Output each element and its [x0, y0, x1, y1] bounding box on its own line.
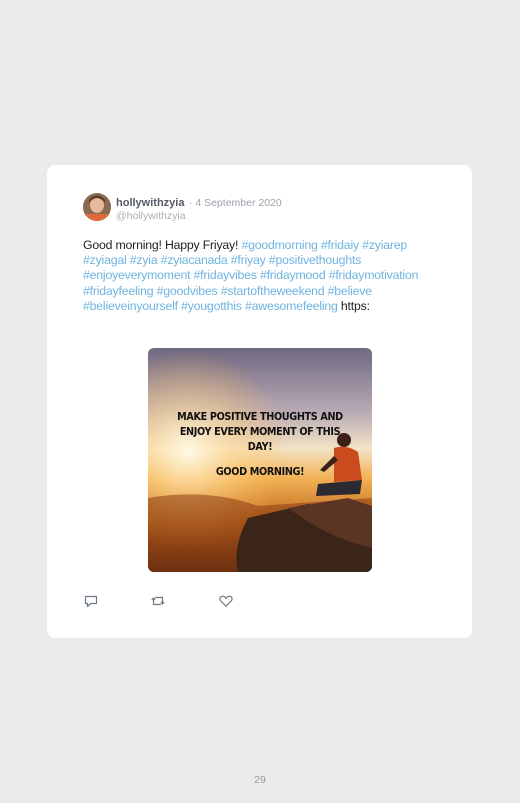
image-caption: MAKE POSITIVE THOUGHTS AND ENJOY EVERY M…: [148, 410, 372, 478]
retweet-icon[interactable]: [150, 593, 166, 609]
hashtag-link[interactable]: #friyay: [231, 253, 266, 267]
hashtag-link[interactable]: #fridaymotivation: [329, 268, 419, 282]
tweet-text-intro: Good morning! Happy Friyay!: [83, 238, 242, 252]
image-caption-line: ENJOY EVERY MOMENT OF THIS: [179, 426, 341, 438]
hashtag-link[interactable]: #fridaymood: [260, 268, 326, 282]
tweet-text-link[interactable]: https:: [338, 299, 370, 313]
tweet-card: hollywithzyia · 4 September 2020 @hollyw…: [47, 165, 472, 638]
hashtag-link[interactable]: #zyiagal: [83, 253, 127, 267]
display-name[interactable]: hollywithzyia: [116, 197, 184, 209]
hashtag-link[interactable]: #zyiarep: [362, 238, 407, 252]
hashtag-link[interactable]: #goodmorning: [241, 238, 317, 252]
comment-icon[interactable]: [83, 593, 99, 609]
user-handle[interactable]: @hollywithzyia: [116, 210, 282, 223]
avatar[interactable]: [83, 193, 111, 221]
tweet-date[interactable]: · 4 September 2020: [189, 197, 282, 209]
hashtag-link[interactable]: #startoftheweekend: [221, 284, 325, 298]
hashtag-link[interactable]: #yougotthis: [181, 299, 242, 313]
hashtag-link[interactable]: #positivethoughts: [269, 253, 362, 267]
hashtag-link[interactable]: #fridayfeeling: [83, 284, 154, 298]
image-caption-line: DAY!: [247, 441, 273, 453]
hashtag-link[interactable]: #enjoyeverymoment: [83, 268, 191, 282]
hashtag-link[interactable]: #zyiacanada: [161, 253, 228, 267]
hashtag-link[interactable]: #fridayvibes: [194, 268, 257, 282]
page-number: 29: [254, 774, 266, 786]
heart-icon[interactable]: [218, 593, 234, 609]
tweet-image[interactable]: MAKE POSITIVE THOUGHTS AND ENJOY EVERY M…: [148, 348, 372, 572]
image-caption-line: MAKE POSITIVE THOUGHTS AND: [177, 411, 343, 423]
tweet-text: Good morning! Happy Friyay! #goodmorning…: [83, 238, 453, 314]
image-caption-greeting: GOOD MORNING!: [215, 466, 305, 478]
hashtag-link[interactable]: #fridaiy: [321, 238, 359, 252]
hashtag-link[interactable]: #awesomefeeling: [245, 299, 338, 313]
hashtag-link[interactable]: #believe: [328, 284, 372, 298]
hashtag-link[interactable]: #goodvibes: [157, 284, 218, 298]
hashtag-link[interactable]: #zyia: [130, 253, 158, 267]
tweet-header: hollywithzyia · 4 September 2020 @hollyw…: [116, 195, 282, 223]
hashtag-link[interactable]: #believeinyourself: [83, 299, 178, 313]
